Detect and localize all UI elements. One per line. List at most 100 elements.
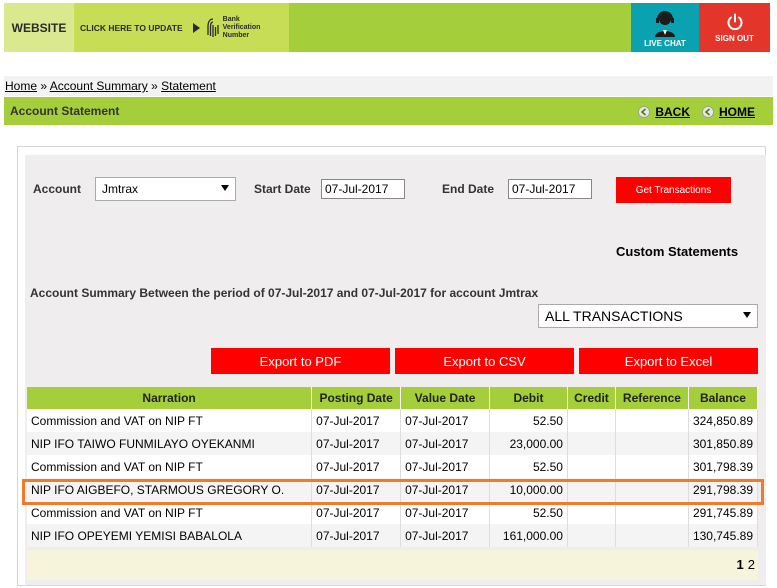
- play-icon: [192, 22, 200, 33]
- update-label: CLICK HERE TO UPDATE: [80, 22, 183, 33]
- posting-date-cell: 07-Jul-2017: [311, 478, 402, 501]
- column-header[interactable]: Credit: [567, 387, 616, 409]
- reference-cell: [615, 524, 689, 547]
- value-date-cell: 07-Jul-2017: [400, 478, 490, 501]
- bvn-update-banner[interactable]: CLICK HERE TO UPDATE Bank Verification N…: [74, 3, 289, 52]
- transaction-filter-select[interactable]: ALL TRANSACTIONS: [538, 304, 758, 328]
- headset-agent-icon: [655, 11, 675, 37]
- table-row: NIP IFO AIGBEFO, STARMOUS GREGORY O. 07-…: [27, 478, 759, 501]
- pagination: 12: [737, 557, 755, 572]
- narration-cell: Commission and VAT on NIP FT: [27, 501, 313, 524]
- breadcrumb-separator: »: [151, 79, 158, 93]
- debit-cell: 52.50: [489, 501, 568, 524]
- start-date-label: Start Date: [254, 182, 311, 196]
- home-link[interactable]: HOME: [702, 105, 755, 119]
- website-button[interactable]: WEBSITE: [4, 3, 74, 52]
- value-date-cell: 07-Jul-2017: [400, 501, 490, 524]
- narration-cell: NIP IFO TAIWO FUNMILAYO OYEKANMI: [27, 432, 313, 455]
- narration-cell: NIP IFO AIGBEFO, STARMOUS GREGORY O.: [27, 478, 313, 501]
- value-date-cell: 07-Jul-2017: [400, 524, 490, 547]
- balance-cell: 301,798.39: [688, 455, 759, 478]
- pagination-bar: [27, 550, 758, 580]
- get-transactions-button[interactable]: Get Transactions: [616, 177, 731, 203]
- column-header[interactable]: Debit: [489, 387, 568, 409]
- account-summary-text: Account Summary Between the period of 07…: [30, 286, 539, 300]
- live-chat-button[interactable]: LIVE CHAT: [631, 3, 699, 52]
- value-date-cell: 07-Jul-2017: [400, 432, 490, 455]
- breadcrumb: Home » Account Summary » Statement: [5, 79, 216, 93]
- home-label: HOME: [719, 105, 755, 119]
- posting-date-cell: 07-Jul-2017: [311, 409, 402, 432]
- bvn-line-2: Verification: [222, 23, 261, 31]
- credit-cell: [567, 455, 616, 478]
- top-bar: WEBSITE CLICK HERE TO UPDATE Bank Verifi…: [4, 3, 770, 52]
- back-label: BACK: [655, 105, 690, 119]
- account-select[interactable]: Jmtrax: [95, 177, 236, 201]
- reference-cell: [615, 432, 689, 455]
- account-select-value: Jmtrax: [102, 182, 138, 196]
- debit-cell: 10,000.00: [489, 478, 568, 501]
- table-row: NIP IFO OPEYEMI YEMISI BABALOLA 07-Jul-2…: [27, 524, 759, 547]
- balance-cell: 130,745.89: [688, 524, 759, 547]
- value-date-cell: 07-Jul-2017: [400, 409, 490, 432]
- breadcrumb-statement[interactable]: Statement: [161, 79, 216, 93]
- reference-cell: [615, 455, 689, 478]
- reference-cell: [615, 478, 689, 501]
- credit-cell: [567, 409, 616, 432]
- table-row: Commission and VAT on NIP FT 07-Jul-2017…: [27, 455, 759, 478]
- column-header[interactable]: Balance: [688, 387, 759, 409]
- end-date-input[interactable]: 07-Jul-2017: [508, 179, 592, 199]
- title-nav: BACK HOME: [638, 105, 755, 119]
- table-row: Commission and VAT on NIP FT 07-Jul-2017…: [27, 501, 759, 524]
- column-header[interactable]: Reference: [615, 387, 689, 409]
- table-header-row: Narration Posting Date Value Date Debit …: [27, 387, 759, 409]
- back-arrow-icon: [638, 106, 651, 118]
- credit-cell: [567, 524, 616, 547]
- export-csv-button[interactable]: Export to CSV: [395, 348, 574, 374]
- breadcrumb-home[interactable]: Home: [5, 79, 37, 93]
- breadcrumb-account-summary[interactable]: Account Summary: [50, 79, 148, 93]
- custom-statements-heading: Custom Statements: [616, 244, 739, 259]
- posting-date-cell: 07-Jul-2017: [311, 501, 402, 524]
- balance-cell: 291,798.39: [688, 478, 759, 501]
- reference-cell: [615, 501, 689, 524]
- column-header[interactable]: Posting Date: [311, 387, 402, 409]
- transaction-filter-value: ALL TRANSACTIONS: [545, 308, 683, 324]
- balance-cell: 324,850.89: [688, 409, 759, 432]
- dropdown-arrow-icon: [743, 312, 751, 318]
- debit-cell: 52.50: [489, 409, 568, 432]
- sign-out-button[interactable]: SIGN OUT: [699, 3, 770, 52]
- posting-date-cell: 07-Jul-2017: [311, 432, 402, 455]
- balance-cell: 291,745.89: [688, 501, 759, 524]
- home-arrow-icon: [702, 106, 714, 118]
- page-current: 1: [736, 557, 744, 572]
- balance-cell: 301,850.89: [688, 432, 759, 455]
- credit-cell: [567, 501, 616, 524]
- narration-cell: NIP IFO OPEYEMI YEMISI BABALOLA: [27, 524, 313, 547]
- fingerprint-icon: [206, 17, 219, 37]
- bvn-line-3: Number: [222, 31, 250, 39]
- transactions-table: Narration Posting Date Value Date Debit …: [27, 387, 759, 547]
- table-row: Commission and VAT on NIP FT 07-Jul-2017…: [27, 409, 759, 432]
- page-next-link[interactable]: 2: [748, 557, 755, 572]
- debit-cell: 161,000.00: [489, 524, 568, 547]
- narration-cell: Commission and VAT on NIP FT: [27, 409, 313, 432]
- table-row: NIP IFO TAIWO FUNMILAYO OYEKANMI 07-Jul-…: [27, 432, 759, 455]
- title-bar: Account Statement BACK HOME: [4, 97, 773, 125]
- debit-cell: 52.50: [489, 455, 568, 478]
- page-title: Account Statement: [10, 104, 120, 118]
- export-excel-button[interactable]: Export to Excel: [579, 348, 758, 374]
- back-link[interactable]: BACK: [638, 105, 690, 119]
- reference-cell: [615, 409, 689, 432]
- start-date-input[interactable]: 07-Jul-2017: [321, 179, 405, 199]
- live-chat-label: LIVE CHAT: [644, 39, 686, 48]
- column-header[interactable]: Narration: [27, 387, 313, 409]
- posting-date-cell: 07-Jul-2017: [311, 524, 402, 547]
- bvn-line-1: Bank: [222, 15, 240, 23]
- breadcrumb-separator: »: [40, 79, 48, 93]
- value-date-cell: 07-Jul-2017: [400, 455, 490, 478]
- export-pdf-button[interactable]: Export to PDF: [211, 348, 390, 374]
- column-header[interactable]: Value Date: [400, 387, 490, 409]
- credit-cell: [567, 432, 616, 455]
- dropdown-arrow-icon: [221, 185, 229, 191]
